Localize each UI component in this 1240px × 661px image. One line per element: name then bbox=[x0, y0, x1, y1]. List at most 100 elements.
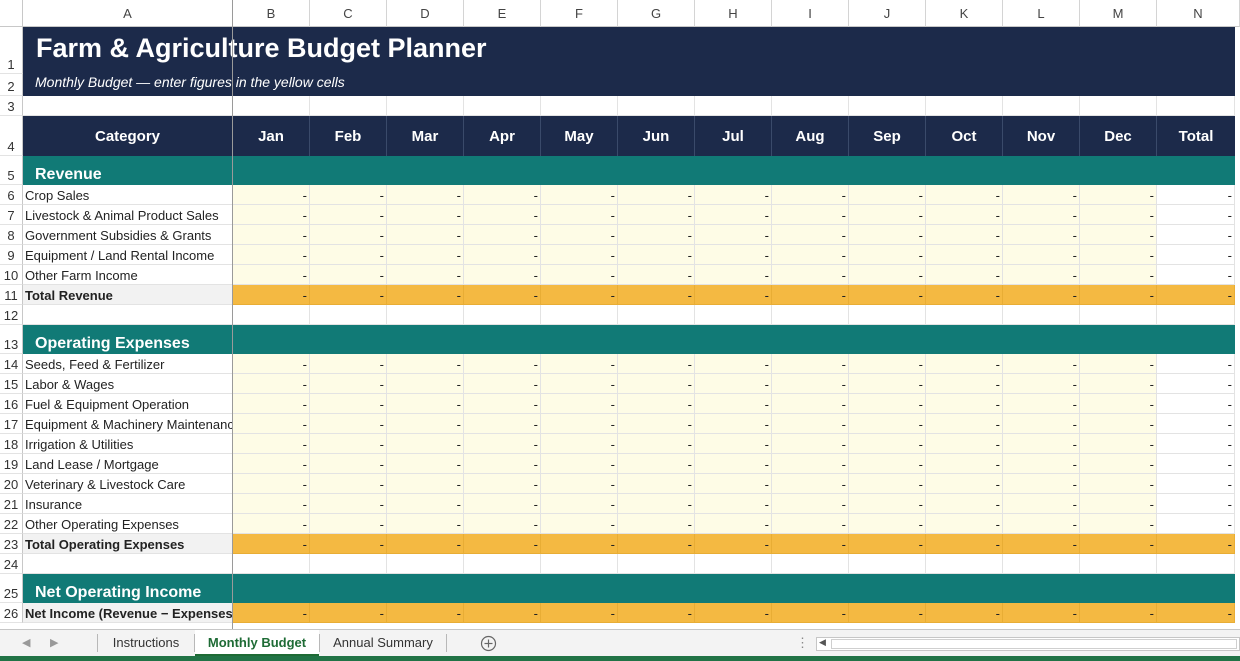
blank-cell[interactable] bbox=[387, 96, 464, 116]
month-value-cell[interactable]: - bbox=[310, 374, 387, 394]
row-header-6[interactable]: 6 bbox=[0, 185, 23, 205]
blank-cell[interactable] bbox=[233, 554, 310, 574]
month-value-cell[interactable]: - bbox=[464, 265, 541, 285]
month-value-cell[interactable]: - bbox=[695, 414, 772, 434]
line-item-label[interactable]: Irrigation & Utilities bbox=[23, 434, 233, 454]
column-header-m[interactable]: M bbox=[1080, 0, 1157, 27]
month-value-cell[interactable]: - bbox=[464, 185, 541, 205]
month-value-cell[interactable]: - bbox=[1003, 474, 1080, 494]
scroll-tabs-left-icon[interactable]: ◀ bbox=[22, 630, 30, 656]
blank-cell[interactable] bbox=[23, 305, 233, 325]
month-value-cell[interactable]: - bbox=[541, 374, 618, 394]
blank-cell[interactable] bbox=[387, 305, 464, 325]
month-value-cell[interactable]: - bbox=[541, 185, 618, 205]
month-value-cell[interactable]: - bbox=[310, 225, 387, 245]
month-value-cell[interactable]: - bbox=[310, 265, 387, 285]
month-value-cell[interactable]: - bbox=[849, 414, 926, 434]
column-header-i[interactable]: I bbox=[772, 0, 849, 27]
month-value-cell[interactable]: - bbox=[1080, 354, 1157, 374]
line-item-label[interactable]: Veterinary & Livestock Care bbox=[23, 474, 233, 494]
month-value-cell[interactable]: - bbox=[926, 205, 1003, 225]
add-sheet-icon[interactable] bbox=[480, 635, 497, 652]
blank-cell[interactable] bbox=[849, 554, 926, 574]
month-value-cell[interactable]: - bbox=[541, 205, 618, 225]
row-header-13[interactable]: 13 bbox=[0, 325, 23, 354]
month-value-cell[interactable]: - bbox=[464, 354, 541, 374]
blank-cell[interactable] bbox=[464, 305, 541, 325]
blank-cell[interactable] bbox=[695, 554, 772, 574]
blank-cell[interactable] bbox=[618, 96, 695, 116]
month-value-cell[interactable]: - bbox=[849, 354, 926, 374]
blank-cell[interactable] bbox=[541, 554, 618, 574]
blank-cell[interactable] bbox=[1080, 554, 1157, 574]
row-header-25[interactable]: 25 bbox=[0, 574, 23, 603]
month-value-cell[interactable]: - bbox=[541, 245, 618, 265]
blank-cell[interactable] bbox=[849, 305, 926, 325]
month-value-cell[interactable]: - bbox=[618, 225, 695, 245]
month-value-cell[interactable]: - bbox=[233, 374, 310, 394]
row-total-cell[interactable]: - bbox=[1157, 603, 1235, 623]
line-item-label[interactable]: Land Lease / Mortgage bbox=[23, 454, 233, 474]
row-header-26[interactable]: 26 bbox=[0, 603, 23, 623]
month-value-cell[interactable]: - bbox=[618, 474, 695, 494]
month-value-cell[interactable]: - bbox=[541, 434, 618, 454]
line-item-label[interactable]: Seeds, Feed & Fertilizer bbox=[23, 354, 233, 374]
blank-cell[interactable] bbox=[695, 96, 772, 116]
month-value-cell[interactable]: - bbox=[926, 374, 1003, 394]
month-value-cell[interactable]: - bbox=[387, 414, 464, 434]
column-header-l[interactable]: L bbox=[1003, 0, 1080, 27]
month-value-cell[interactable]: - bbox=[1003, 454, 1080, 474]
column-header-k[interactable]: K bbox=[926, 0, 1003, 27]
blank-cell[interactable] bbox=[926, 305, 1003, 325]
horizontal-scrollbar[interactable]: ◀ bbox=[816, 637, 1240, 651]
month-value-cell[interactable]: - bbox=[387, 514, 464, 534]
row-total-cell[interactable]: - bbox=[1157, 374, 1235, 394]
month-value-cell[interactable]: - bbox=[1080, 494, 1157, 514]
row-header-18[interactable]: 18 bbox=[0, 434, 23, 454]
month-value-cell[interactable]: - bbox=[1080, 474, 1157, 494]
month-value-cell[interactable]: - bbox=[233, 225, 310, 245]
column-header-d[interactable]: D bbox=[387, 0, 464, 27]
column-header-j[interactable]: J bbox=[849, 0, 926, 27]
tab-monthly-budget[interactable]: Monthly Budget bbox=[195, 630, 319, 656]
row-header-11[interactable]: 11 bbox=[0, 285, 23, 305]
month-value-cell[interactable]: - bbox=[926, 603, 1003, 623]
month-value-cell[interactable]: - bbox=[233, 394, 310, 414]
month-value-cell[interactable]: - bbox=[233, 534, 310, 554]
month-value-cell[interactable]: - bbox=[695, 245, 772, 265]
row-header-22[interactable]: 22 bbox=[0, 514, 23, 534]
month-value-cell[interactable]: - bbox=[849, 285, 926, 305]
scroll-tabs-right-icon[interactable]: ▶ bbox=[50, 630, 58, 656]
blank-cell[interactable] bbox=[1003, 554, 1080, 574]
month-value-cell[interactable]: - bbox=[387, 354, 464, 374]
column-header-f[interactable]: F bbox=[541, 0, 618, 27]
month-value-cell[interactable]: - bbox=[464, 414, 541, 434]
month-value-cell[interactable]: - bbox=[926, 434, 1003, 454]
line-item-label[interactable]: Government Subsidies & Grants bbox=[23, 225, 233, 245]
row-header-24[interactable]: 24 bbox=[0, 554, 23, 574]
month-value-cell[interactable]: - bbox=[464, 394, 541, 414]
month-value-cell[interactable]: - bbox=[1080, 434, 1157, 454]
month-value-cell[interactable]: - bbox=[849, 603, 926, 623]
blank-cell[interactable] bbox=[541, 96, 618, 116]
month-value-cell[interactable]: - bbox=[541, 285, 618, 305]
month-value-cell[interactable]: - bbox=[1080, 414, 1157, 434]
month-value-cell[interactable]: - bbox=[387, 225, 464, 245]
month-value-cell[interactable]: - bbox=[1003, 374, 1080, 394]
month-value-cell[interactable]: - bbox=[1080, 534, 1157, 554]
month-value-cell[interactable]: - bbox=[772, 205, 849, 225]
blank-cell[interactable] bbox=[849, 96, 926, 116]
month-value-cell[interactable]: - bbox=[695, 354, 772, 374]
month-value-cell[interactable]: - bbox=[233, 434, 310, 454]
row-total-cell[interactable]: - bbox=[1157, 494, 1235, 514]
line-item-label[interactable]: Livestock & Animal Product Sales bbox=[23, 205, 233, 225]
month-value-cell[interactable]: - bbox=[464, 454, 541, 474]
month-value-cell[interactable]: - bbox=[926, 354, 1003, 374]
row-total-cell[interactable]: - bbox=[1157, 454, 1235, 474]
month-value-cell[interactable]: - bbox=[387, 205, 464, 225]
blank-cell[interactable] bbox=[23, 96, 233, 116]
line-item-label[interactable]: Equipment / Land Rental Income bbox=[23, 245, 233, 265]
month-value-cell[interactable]: - bbox=[1003, 414, 1080, 434]
month-value-cell[interactable]: - bbox=[772, 414, 849, 434]
blank-cell[interactable] bbox=[618, 305, 695, 325]
